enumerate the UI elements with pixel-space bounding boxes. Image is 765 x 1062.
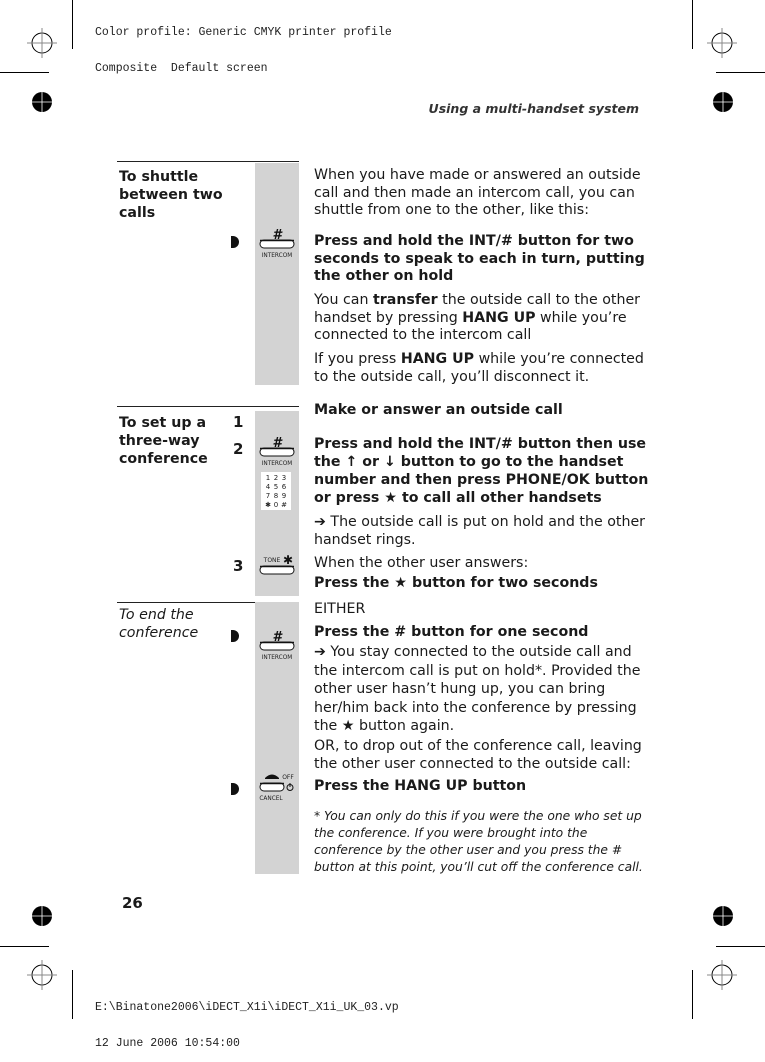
text-run: button	[467, 778, 527, 794]
intercom-button-icon: # INTERCOM	[259, 630, 295, 661]
shuttle-step: Press and hold the INT/# button for two …	[314, 233, 659, 286]
text-run: Press the	[314, 778, 395, 794]
crop-mark	[0, 946, 49, 947]
file-path-text: E:\Binatone2006\iDECT_X1i\iDECT_X1i_UK_0…	[95, 1001, 399, 1014]
end-option-1: Press the # button for one second	[314, 624, 589, 640]
keypad-key: 6	[282, 483, 287, 491]
running-head: Using a multi-handset system	[428, 101, 639, 116]
keypad-key: 9	[282, 492, 286, 500]
title-line: conference	[119, 451, 208, 467]
registration-dot-icon	[32, 906, 52, 926]
section-divider	[117, 602, 255, 603]
cancel-label: CANCEL	[259, 796, 283, 802]
title-line: three-way	[119, 433, 200, 449]
keypad-key: #	[281, 501, 287, 509]
section-title-conference: To set up a three-way conference	[119, 414, 208, 468]
step-bullet-icon	[231, 236, 239, 248]
crop-mark	[0, 72, 49, 73]
text-run: Press and hold the	[314, 436, 469, 452]
keypad-icon: 1 2 3 4 5 6 7 8 9 ✱ 0 #	[261, 472, 291, 510]
text-run: Press and hold the	[314, 233, 469, 249]
step-number-3: 3	[233, 557, 244, 575]
title-line: between two	[119, 187, 223, 203]
keypad-key: 4	[266, 483, 271, 491]
footnote: * You can only do this if you were the o…	[314, 809, 643, 874]
registration-dot-icon	[713, 906, 733, 926]
off-label: OFF	[282, 774, 294, 781]
crop-mark	[72, 0, 73, 49]
conference-step-1-text: Make or answer an outside call	[314, 402, 563, 418]
crop-mark	[716, 72, 765, 73]
registration-target-icon	[707, 28, 737, 58]
transfer-paragraph: You can transfer the outside call to the…	[314, 292, 659, 345]
section-divider	[117, 406, 299, 407]
intercom-label: INTERCOM	[262, 461, 293, 467]
hang-up-keyword: HANG UP	[462, 309, 536, 326]
tone-label: TONE	[263, 557, 281, 564]
step-number-1: 1	[233, 413, 244, 431]
crop-mark	[72, 970, 73, 1019]
intercom-button-icon: # INTERCOM	[259, 228, 295, 259]
page-number: 26	[122, 894, 143, 912]
title-line: To shuttle	[119, 169, 199, 185]
keypad-key: 3	[282, 474, 286, 482]
keypad-key: 5	[274, 483, 278, 491]
conference-step-3-pre: When the other user answers:	[314, 555, 529, 571]
step-bullet-icon	[231, 783, 239, 795]
shuttle-intro: When you have made or answered an outsid…	[314, 167, 641, 218]
hang-up-keyword: HANG UP	[400, 351, 475, 367]
title-line: conference	[119, 625, 199, 641]
print-info-top: Color profile: Generic CMYK printer prof…	[95, 3, 392, 87]
print-info-bottom: E:\Binatone2006\iDECT_X1i\iDECT_X1i_UK_0…	[95, 978, 399, 1062]
registration-target-icon	[27, 960, 57, 990]
intercom-label: INTERCOM	[262, 253, 293, 259]
or-label: OR, to drop out of the conference call, …	[314, 738, 642, 772]
conference-step-2-result: ➔ The outside call is put on hold and th…	[314, 514, 646, 548]
keypad-key: 7	[266, 492, 270, 500]
int-key-label: INT	[468, 233, 496, 249]
intercom-button-icon: # INTERCOM	[259, 436, 295, 467]
crop-mark	[692, 970, 693, 1019]
color-profile-text: Color profile: Generic CMYK printer prof…	[95, 26, 392, 39]
title-line: calls	[119, 205, 156, 221]
step-number-2: 2	[233, 440, 244, 458]
transfer-keyword: transfer	[372, 292, 438, 308]
hang-up-keyword: HANG UP	[394, 778, 468, 794]
int-key-label: INT	[468, 436, 496, 452]
print-date-text: 12 June 2006 10:54:00	[95, 1037, 240, 1050]
keypad-key: 8	[274, 492, 278, 500]
end-option-2: Press the HANG UP button	[314, 778, 659, 796]
crop-mark	[716, 946, 765, 947]
keypad-key: 2	[274, 474, 278, 482]
section-title-end-conference: To end the conference	[119, 606, 198, 642]
icon-column	[255, 163, 299, 385]
conference-step-2-text: Press and hold the INT/# button then use…	[314, 435, 659, 507]
disconnect-paragraph: If you press HANG UP while you’re connec…	[314, 351, 644, 386]
star-symbol: ✱	[283, 553, 293, 567]
end-option-1-result: ➔ You stay connected to the outside call…	[314, 644, 641, 734]
registration-target-icon	[27, 28, 57, 58]
tone-star-button-icon: TONE ✱	[259, 553, 295, 575]
keypad-key: 0	[274, 501, 278, 509]
registration-dot-icon	[713, 92, 733, 112]
hang-up-button-icon: OFF CANCEL	[259, 774, 294, 802]
section-divider	[117, 161, 299, 162]
text-run: If you press	[314, 351, 401, 367]
crop-mark	[692, 0, 693, 49]
title-line: To set up a	[119, 415, 207, 431]
registration-target-icon	[707, 960, 737, 990]
registration-dot-icon	[32, 92, 52, 112]
either-label: EITHER	[314, 601, 366, 617]
intercom-label: INTERCOM	[262, 655, 293, 661]
title-line: To end the	[119, 607, 194, 623]
text-run: You can	[314, 292, 373, 308]
keypad-key: 1	[266, 474, 270, 482]
screen-text: Composite Default screen	[95, 62, 268, 75]
section-title-shuttle: To shuttle between two calls	[119, 168, 223, 222]
keypad-key: ✱	[265, 501, 271, 509]
conference-step-3-text: Press the ★ button for two seconds	[314, 575, 598, 591]
handset-off-glyph	[265, 774, 279, 779]
step-bullet-icon	[231, 630, 239, 642]
